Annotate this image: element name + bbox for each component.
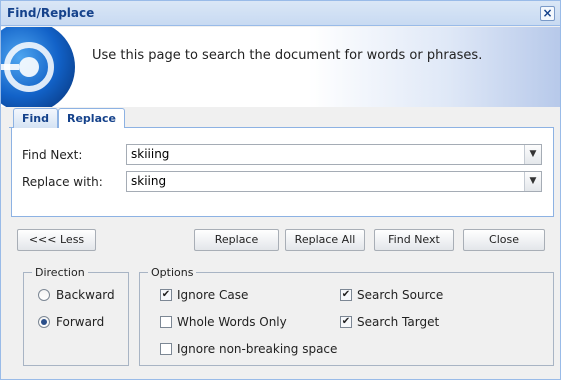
- find-next-button[interactable]: Find Next: [374, 229, 454, 251]
- whole-words-only-checkbox[interactable]: [160, 316, 172, 328]
- close-icon[interactable]: ×: [540, 6, 555, 21]
- options-legend: Options: [151, 266, 194, 279]
- search-source-checkbox[interactable]: ✔: [340, 289, 352, 301]
- banner-text: Use this page to search the document for…: [92, 48, 483, 63]
- find-next-label: Find Next:: [22, 148, 83, 162]
- replace-with-value[interactable]: skiing: [131, 174, 166, 188]
- search-target-checkbox[interactable]: ✔: [340, 316, 352, 328]
- app-logo-icon: [1, 27, 75, 107]
- forward-radio[interactable]: [38, 316, 50, 328]
- title-bar[interactable]: Find/Replace ×: [1, 1, 560, 26]
- whole-words-only-label[interactable]: Whole Words Only: [177, 315, 287, 329]
- find-replace-dialog: Find/Replace × Use this page to search t…: [0, 0, 561, 380]
- replace-with-label: Replace with:: [22, 175, 103, 189]
- tab-replace[interactable]: Replace: [58, 108, 125, 129]
- replace-panel: Find Next: skiiing ▼ Replace with: skiin…: [11, 128, 554, 217]
- replace-all-button[interactable]: Replace All: [285, 229, 365, 251]
- search-source-label[interactable]: Search Source: [357, 288, 443, 302]
- ignore-case-checkbox[interactable]: ✔: [160, 289, 172, 301]
- banner: Use this page to search the document for…: [1, 27, 560, 107]
- ignore-nbsp-label[interactable]: Ignore non-breaking space: [177, 342, 337, 356]
- tab-find[interactable]: Find: [13, 108, 58, 128]
- chevron-down-icon[interactable]: ▼: [524, 145, 541, 164]
- direction-legend: Direction: [35, 266, 85, 279]
- ignore-nbsp-checkbox[interactable]: [160, 343, 172, 355]
- find-next-combo[interactable]: skiiing ▼: [126, 144, 542, 165]
- ignore-case-label[interactable]: Ignore Case: [177, 288, 248, 302]
- backward-radio[interactable]: [38, 289, 50, 301]
- dialog-title: Find/Replace: [7, 6, 95, 20]
- tab-strip: Find Replace: [9, 108, 554, 129]
- search-target-label[interactable]: Search Target: [357, 315, 439, 329]
- replace-with-combo[interactable]: skiing ▼: [126, 171, 542, 192]
- less-button[interactable]: <<< Less: [17, 229, 96, 251]
- forward-label[interactable]: Forward: [56, 315, 104, 329]
- find-next-value[interactable]: skiiing: [131, 147, 169, 161]
- close-button[interactable]: Close: [463, 229, 545, 251]
- replace-button[interactable]: Replace: [194, 229, 279, 251]
- backward-label[interactable]: Backward: [56, 288, 115, 302]
- chevron-down-icon[interactable]: ▼: [524, 172, 541, 191]
